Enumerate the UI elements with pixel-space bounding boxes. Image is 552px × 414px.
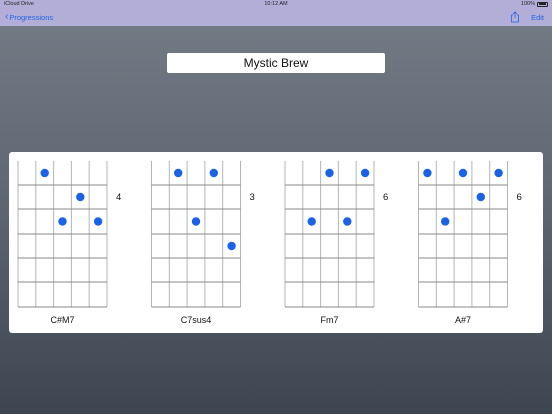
- share-button[interactable]: [510, 11, 520, 25]
- chevron-left-icon: ‹: [5, 11, 9, 22]
- finger-dot: [458, 168, 468, 178]
- battery-status: 100%: [521, 1, 548, 7]
- chord-name-label[interactable]: A#7: [455, 315, 471, 325]
- edit-button[interactable]: Edit: [531, 13, 544, 22]
- fret-position-label: 3: [250, 192, 255, 203]
- battery-icon: [537, 1, 548, 7]
- navigation-bar: ‹ Progressions Edit: [0, 9, 552, 26]
- finger-dot: [93, 217, 103, 226]
- finger-dot: [76, 192, 85, 202]
- chord-diagram-panel: 4 C#M7 3 C7sus4 6 Fm7 6 A#7: [9, 152, 543, 333]
- battery-percent: 100%: [520, 1, 535, 7]
- finger-dot: [441, 217, 450, 226]
- status-bar: iCloud Drive 10:12 AM 100%: [0, 0, 552, 9]
- finger-dot: [191, 217, 201, 226]
- finger-dot: [174, 168, 183, 178]
- back-button[interactable]: ‹ Progressions: [5, 12, 53, 22]
- fret-position-label: 4: [116, 192, 121, 203]
- finger-dot: [494, 168, 503, 178]
- chord-name-label[interactable]: Fm7: [321, 315, 339, 325]
- finger-dot: [307, 217, 316, 226]
- finger-dot: [325, 168, 334, 178]
- back-button-label: Progressions: [9, 12, 54, 22]
- finger-dot: [209, 168, 218, 178]
- chord-diagrams: 4 C#M7 3 C7sus4 6 Fm7 6 A#7: [17, 161, 522, 325]
- chord-name-label[interactable]: C#M7: [50, 315, 74, 325]
- fret-position-label: 6: [517, 192, 522, 203]
- finger-dot: [360, 168, 370, 178]
- finger-dot: [343, 217, 352, 226]
- finger-dot: [476, 192, 485, 202]
- progression-title[interactable]: Mystic Brew: [167, 53, 385, 73]
- finger-dot: [423, 168, 432, 178]
- fret-position-label: 6: [383, 192, 388, 203]
- chord-name-label[interactable]: C7sus4: [181, 315, 212, 325]
- finger-dot: [58, 217, 67, 226]
- clock: 10:12 AM: [264, 1, 288, 7]
- finger-dot: [40, 168, 49, 178]
- share-icon: [511, 11, 519, 23]
- finger-dot: [227, 241, 236, 251]
